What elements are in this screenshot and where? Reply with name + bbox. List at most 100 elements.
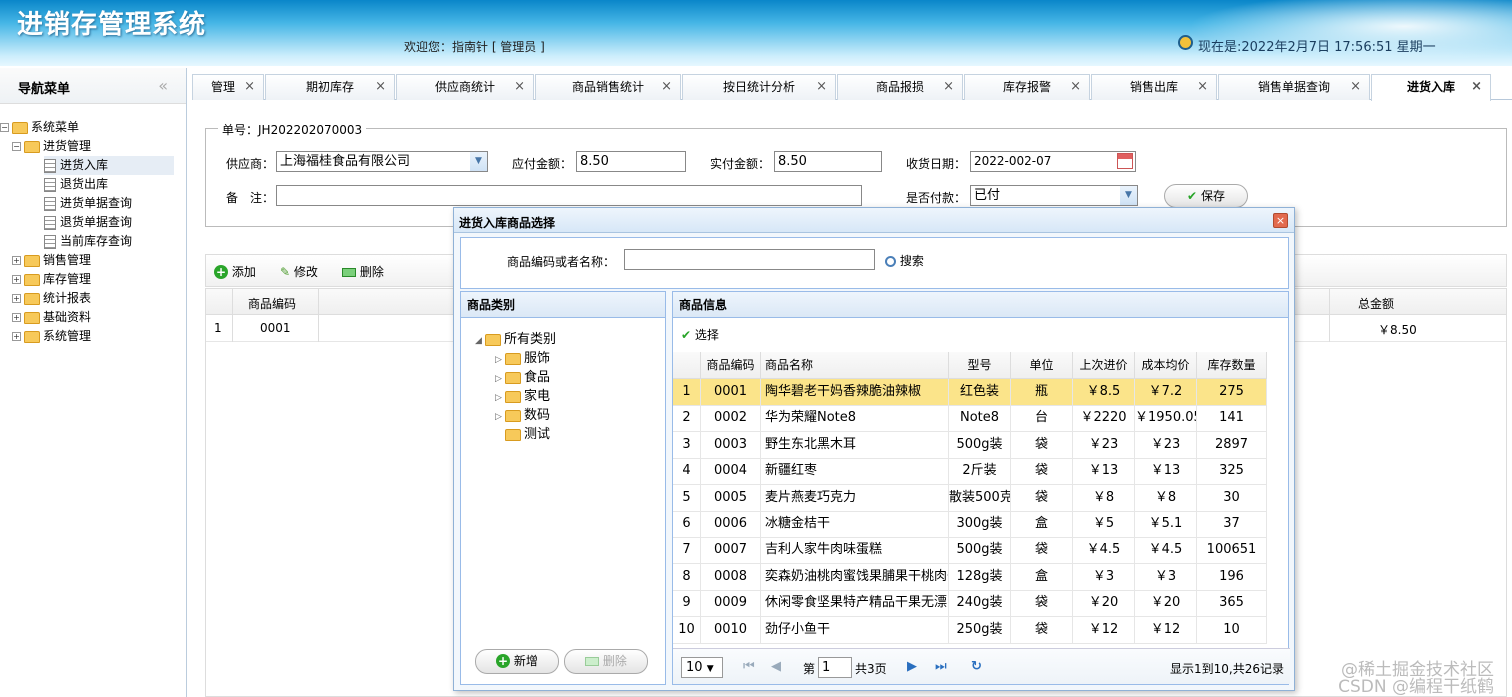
caret-right-icon[interactable]: ▷ [495,408,505,427]
nav-item-purchase-query[interactable]: 进货单据查询 [44,194,132,213]
delete-button[interactable]: 删除 [342,263,384,280]
tab-label: 商品销售统计 [571,80,644,94]
plus-icon[interactable]: + [12,294,21,303]
page-input[interactable]: 1 [818,657,852,678]
table-row[interactable]: 8 0008 奕森奶油桃肉蜜饯果脯果干桃肉干 128g装盒 ￥3 ￥3 196 [673,563,1267,591]
nav-item-system-menu[interactable]: − 系统菜单 [0,118,79,137]
minus-icon[interactable]: − [12,142,21,151]
minus-icon[interactable]: − [0,123,9,132]
delete-category-button[interactable]: 删除 [564,649,648,674]
close-icon[interactable]: × [1070,75,1081,99]
search-button[interactable]: 搜索 [885,252,924,269]
refresh-icon[interactable]: ↻ [971,659,982,674]
page-size-select[interactable]: 10 ▼ [681,657,723,678]
nav-item-return-query[interactable]: 退货单据查询 [44,213,132,232]
calendar-icon[interactable] [1117,153,1133,169]
collapse-icon[interactable]: « [158,76,168,95]
close-icon[interactable]: × [943,75,954,99]
plus-icon[interactable]: + [12,256,21,265]
category-item[interactable]: 测试 [505,425,550,444]
nav-item-purchase-in[interactable]: 进货入库 [44,156,174,175]
save-button[interactable]: ✔ 保存 [1164,184,1248,208]
cell-stock: 325 [1197,458,1267,485]
caret-down-icon[interactable]: ◢ [475,332,485,351]
prev-page-icon[interactable]: ◀ [771,659,781,674]
search-input[interactable] [624,249,875,270]
select-button[interactable]: ✔ 选择 [681,326,719,343]
add-category-button[interactable]: + 新增 [475,649,559,674]
chevron-down-icon[interactable]: ▼ [1120,186,1137,205]
cell-name: 冰糖金桔干 [761,511,949,537]
cell-last: ￥12 [1073,616,1135,643]
remark-input[interactable] [276,185,862,206]
table-row[interactable]: 10 0010 劲仔小鱼干 250g装袋 ￥12 ￥12 10 [673,616,1267,644]
close-icon[interactable]: × [1471,75,1482,99]
tab-label: 进货入库 [1406,80,1455,94]
nav-item-reports[interactable]: + 统计报表 [12,289,91,308]
supplier-select[interactable]: 上海福桂食品有限公司 ▼ [276,151,488,172]
close-icon[interactable]: × [375,75,386,99]
date-input[interactable]: 2022-002-07 [970,151,1136,172]
payflag-select[interactable]: 已付 ▼ [970,185,1138,206]
last-page-icon[interactable]: ⏭ [935,659,947,674]
table-row[interactable]: 5 0005 麦片燕麦巧克力 散装500克袋 ￥8 ￥8 30 [673,484,1267,512]
table-row[interactable]: 9 0009 休闲零食坚果特产精品干果无漂白 240g装袋 ￥20 ￥20 365 [673,590,1267,618]
close-icon[interactable]: × [514,75,525,99]
next-page-icon[interactable]: ▶ [907,659,917,674]
tab-opening-stock[interactable]: 期初库存 × [265,74,395,100]
table-row[interactable]: 3 0003 野生东北黑木耳 500g装袋 ￥23 ￥23 2897 [673,431,1267,459]
nav-item-sales[interactable]: + 销售管理 [12,251,91,270]
first-page-icon[interactable]: ⏮ [743,659,755,674]
nav-item-inventory[interactable]: + 库存管理 [12,270,91,289]
nav-title: 导航菜单 [18,82,71,97]
close-icon[interactable]: × [1273,213,1288,228]
add-button[interactable]: + 添加 [214,263,256,280]
chevron-down-icon[interactable]: ▼ [470,152,487,171]
tab-daily-analysis[interactable]: 按日统计分析 × [682,74,836,100]
category-root[interactable]: ◢ 所有类别 [475,330,556,349]
category-item[interactable]: ▷ 数码 [495,406,550,425]
close-icon[interactable]: × [244,75,255,99]
close-icon[interactable]: × [1197,75,1208,99]
table-row[interactable]: 4 0004 新疆红枣 2斤装袋 ￥13 ￥13 325 [673,458,1267,486]
cell-model: 240g装 [949,590,1011,617]
tab-supplier-stats[interactable]: 供应商统计 × [396,74,534,100]
tab-sales-query[interactable]: 销售单据查询 × [1218,74,1370,100]
table-row[interactable]: 6 0006 冰糖金桔干 300g装盒 ￥5 ￥5.1 37 [673,511,1267,538]
tab-stock-alarm[interactable]: 库存报警 × [964,74,1090,100]
nav-item-return-out[interactable]: 退货出库 [44,175,108,194]
plus-icon[interactable]: + [12,313,21,322]
tab-purchase-in[interactable]: 进货入库 × [1371,74,1491,101]
cell-stock: 2897 [1197,431,1267,458]
table-row[interactable]: 7 0007 吉利人家牛肉味蛋糕 500g装袋 ￥4.5 ￥4.5 100651 [673,537,1267,565]
category-item[interactable]: ▷ 服饰 [495,349,550,368]
nav-item-label: 进货管理 [43,139,92,153]
close-icon[interactable]: × [1350,75,1361,99]
cell-n: 4 [673,458,701,485]
tab-sales-stats[interactable]: 商品销售统计 × [535,74,681,100]
edit-button[interactable]: ✎ 修改 [280,263,318,280]
plus-icon[interactable]: + [12,332,21,341]
nav-item-basic-data[interactable]: + 基础资料 [12,308,91,327]
dialog-header: 进货入库商品选择 × [454,208,1294,233]
paid-input[interactable]: 8.50 [774,151,882,172]
payflag-label: 是否付款： [906,191,967,205]
payable-input[interactable]: 8.50 [576,151,686,172]
category-item[interactable]: ▷ 家电 [495,387,550,406]
nav-item-purchase[interactable]: − 进货管理 [12,137,91,156]
close-icon[interactable]: × [816,75,827,99]
cell-stock: 141 [1197,405,1267,432]
goods-title: 商品信息 [673,292,1288,318]
tab-manage[interactable]: 管理 × [192,74,264,100]
tab-damage-report[interactable]: 商品报损 × [837,74,963,100]
table-row[interactable]: 1 0001 陶华碧老干妈香辣脆油辣椒 红色装瓶 ￥8.5 ￥7.2 275 [673,379,1267,406]
close-icon[interactable]: × [661,75,672,99]
plus-icon[interactable]: + [12,275,21,284]
document-icon [44,234,56,249]
tab-sales-out[interactable]: 销售出库 × [1091,74,1217,100]
table-row[interactable]: 2 0002 华为荣耀Note8 Note8 台 ￥2220 ￥1950.05 141 [673,405,1267,433]
nav-item-stock-query[interactable]: 当前库存查询 [44,232,132,251]
nav-item-system-admin[interactable]: + 系统管理 [12,327,91,346]
cell-model: 2斤装 [949,458,1011,485]
category-item[interactable]: ▷ 食品 [495,368,550,387]
